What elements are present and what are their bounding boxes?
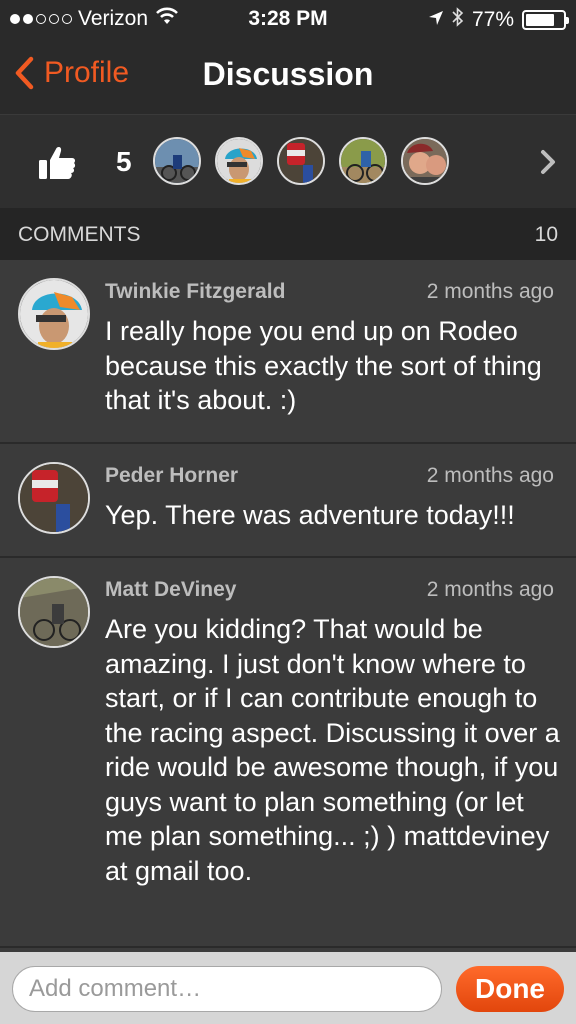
kudos-avatars bbox=[153, 137, 449, 185]
comment-item[interactable]: Peder Horner 2 months ago Yep. There was… bbox=[0, 444, 576, 558]
comments-count: 10 bbox=[534, 223, 558, 246]
kudos-avatar-3[interactable] bbox=[277, 137, 325, 185]
kudos-avatar-2[interactable] bbox=[215, 137, 263, 185]
bluetooth-icon bbox=[452, 7, 464, 33]
comment-item[interactable]: Matt DeViney 2 months ago Are you kiddin… bbox=[0, 558, 576, 948]
comment-text: Yep. There was adventure today!!! bbox=[105, 500, 515, 530]
nav-bar: Profile Discussion bbox=[0, 38, 576, 114]
kudos-avatar-5[interactable] bbox=[401, 137, 449, 185]
comment-author[interactable]: Peder Horner bbox=[105, 464, 238, 488]
avatar[interactable] bbox=[18, 576, 90, 648]
kudos-avatar-1[interactable] bbox=[153, 137, 201, 185]
comment-item[interactable]: Twinkie Fitzgerald 2 months ago I really… bbox=[0, 260, 576, 444]
comment-time: 2 months ago bbox=[426, 280, 554, 303]
add-comment-input[interactable] bbox=[12, 966, 442, 1012]
comment-author[interactable]: Matt DeViney bbox=[105, 578, 237, 602]
chevron-left-icon bbox=[15, 56, 34, 90]
comment-text: Are you kidding? That would be amazing. … bbox=[105, 614, 560, 886]
kudos-count: 5 bbox=[116, 146, 132, 177]
comments-section-header: COMMENTS 10 bbox=[0, 208, 576, 260]
location-arrow-icon bbox=[428, 8, 444, 32]
battery-percent: 77% bbox=[471, 8, 514, 31]
thumbs-up-icon bbox=[38, 145, 76, 186]
avatar[interactable] bbox=[18, 462, 90, 534]
kudos-bar[interactable]: 5 bbox=[0, 114, 576, 208]
kudos-avatar-4[interactable] bbox=[339, 137, 387, 185]
comment-composer: Done bbox=[0, 952, 576, 1024]
comment-time: 2 months ago bbox=[426, 464, 554, 487]
back-label: Profile bbox=[44, 56, 130, 89]
battery-fill bbox=[526, 14, 554, 26]
avatar[interactable] bbox=[18, 278, 90, 350]
comment-author[interactable]: Twinkie Fitzgerald bbox=[105, 280, 285, 304]
back-button[interactable]: Profile bbox=[14, 56, 129, 90]
done-button[interactable]: Done bbox=[456, 966, 564, 1012]
chevron-right-icon[interactable] bbox=[540, 149, 556, 180]
battery-icon bbox=[522, 10, 569, 30]
comment-text: I really hope you end up on Rodeo becaus… bbox=[105, 316, 542, 415]
status-bar: Verizon 3:28 PM 77% bbox=[0, 0, 576, 38]
comment-time: 2 months ago bbox=[426, 578, 554, 601]
comments-header-label: COMMENTS bbox=[18, 223, 141, 246]
